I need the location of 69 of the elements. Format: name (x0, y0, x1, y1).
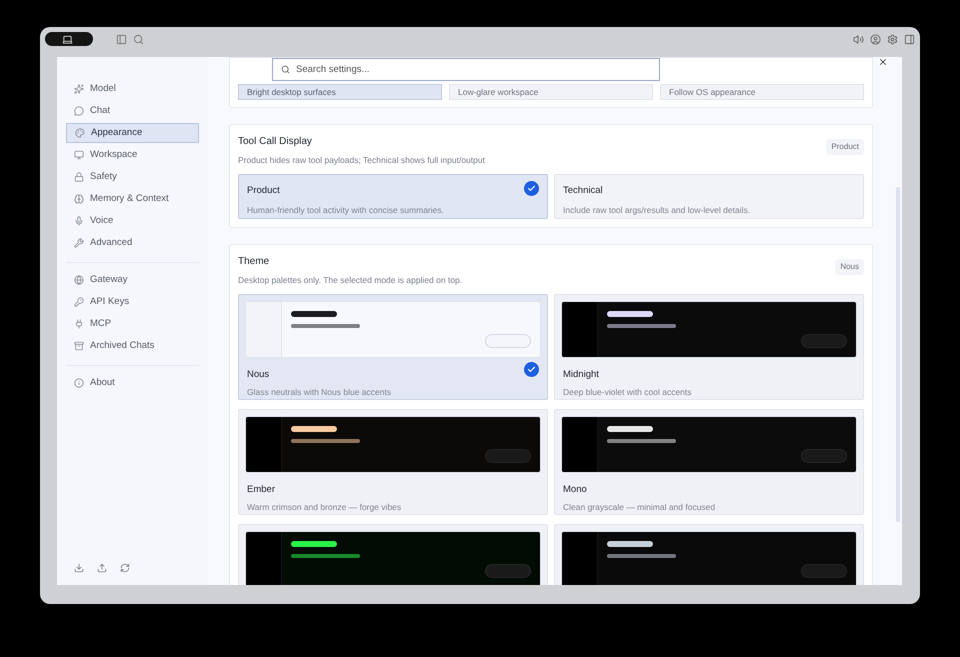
option-description: Human-friendly tool activity with concise summaries. (247, 204, 445, 217)
section-description: Desktop palettes only. The selected mode is applied on top. (238, 274, 462, 286)
close-icon (878, 57, 888, 67)
tool-display-option[interactable]: Product Human-friendly tool activity with concise summaries. (238, 174, 548, 219)
lock-icon (74, 172, 84, 182)
theme-option[interactable]: Nous Glass neutrals with Nous blue accents (238, 294, 548, 400)
download-icon[interactable] (74, 563, 84, 573)
sidebar-item[interactable]: Workspace (66, 145, 199, 165)
current-value-label: Nous (835, 258, 864, 275)
mode-option[interactable]: Bright desktop surfaces (238, 84, 442, 100)
sidebar-item[interactable]: API Keys (66, 292, 199, 312)
section-title: Theme (238, 254, 270, 269)
wrench-icon (74, 238, 84, 248)
option-description: Include raw tool args/results and low-level details. (563, 204, 752, 217)
speaker-icon[interactable] (853, 34, 864, 44)
search-icon[interactable] (133, 34, 144, 44)
laptop-icon (62, 34, 73, 44)
sidebar-item[interactable]: Chat (66, 101, 199, 121)
sidebar-item[interactable]: MCP (66, 314, 199, 334)
chat-bubble-icon (74, 106, 84, 116)
option-title: Technical (563, 184, 603, 198)
theme-description: Clean grayscale — minimal and focused (562, 500, 716, 514)
option-title: Product (247, 184, 280, 198)
sidebar-item[interactable]: Memory & Context (66, 189, 199, 209)
sidebar-toggle-icon[interactable] (116, 34, 127, 44)
theme-description: Deep blue-violet with cool accents (562, 386, 693, 398)
tool-display-option[interactable]: Technical Include raw tool args/results and low-level details. (554, 174, 864, 219)
search-field[interactable]: Search settings... (272, 58, 660, 81)
search-icon (281, 65, 290, 74)
user-icon[interactable] (870, 34, 881, 44)
check-icon (524, 180, 539, 196)
current-value-label: Product (826, 139, 864, 155)
mode-option[interactable]: Follow OS appearance (660, 84, 864, 100)
theme-name: Ember (246, 482, 276, 496)
section-description: Product hides raw tool payloads; Technical shows full input/output (238, 154, 485, 167)
theme-name: Nous (246, 368, 270, 382)
theme-option[interactable]: Ember Warm crimson and bronze — forge vibes (238, 408, 548, 514)
theme-option[interactable]: Midnight Deep blue-violet with cool accents (554, 294, 864, 400)
globe-icon (74, 275, 84, 285)
theme-description: Warm crimson and bronze — forge vibes (246, 500, 402, 514)
check-icon (524, 362, 539, 376)
theme-name: Midnight (562, 368, 600, 382)
key-icon (74, 297, 84, 307)
mode-option[interactable]: Low-glare workspace (449, 84, 653, 100)
refresh-icon[interactable] (120, 563, 130, 573)
monitor-icon (74, 150, 84, 160)
sidebar-item[interactable]: Safety (66, 167, 199, 187)
brain-icon (74, 194, 84, 204)
section-title: Tool Call Display (238, 135, 313, 149)
sidebar-item[interactable]: Appearance (66, 123, 199, 143)
theme-option[interactable]: Mono Clean grayscale — minimal and focused (554, 408, 864, 514)
sparkle-icon (74, 84, 84, 94)
theme-description: Glass neutrals with Nous blue accents (246, 386, 392, 398)
sidebar-item[interactable]: Gateway (66, 270, 199, 290)
archive-icon (74, 341, 84, 351)
upload-icon[interactable] (97, 563, 107, 573)
sidebar-item[interactable]: Advanced (66, 233, 199, 253)
sidebar-item[interactable]: Model (66, 79, 199, 99)
sidebar-item[interactable]: Archived Chats (66, 336, 199, 356)
theme-name: Mono (562, 482, 588, 496)
palette-icon (75, 128, 85, 138)
sidebar-item[interactable]: Voice (66, 211, 199, 231)
panel-icon[interactable] (904, 34, 915, 44)
device-pill[interactable] (45, 32, 93, 46)
microphone-icon (74, 216, 84, 226)
sidebar-item[interactable]: About (66, 373, 199, 393)
settings-icon[interactable] (887, 34, 898, 44)
info-icon (74, 378, 84, 388)
plug-icon (74, 319, 84, 329)
